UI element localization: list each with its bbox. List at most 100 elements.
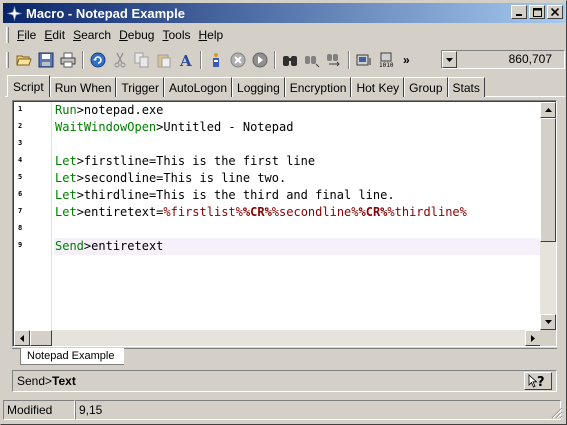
toolbar: A 1010 » 860,707 (3, 47, 565, 73)
code-line[interactable]: WaitWindowOpen>Untitled - Notepad (55, 119, 293, 136)
toolbar-separator (348, 51, 350, 69)
command-hint-bar: Send>Text ? (12, 370, 557, 392)
hint-parameter: Text (52, 374, 76, 388)
vertical-scroll-thumb[interactable] (540, 118, 556, 242)
stop-icon[interactable] (227, 50, 248, 71)
scroll-right-button[interactable] (525, 330, 541, 346)
menu-help-label: elp (207, 28, 224, 42)
line-number: 5 (18, 173, 23, 181)
line-number: 4 (18, 156, 23, 164)
command-separator: > (76, 205, 84, 219)
paste-icon[interactable] (153, 50, 174, 71)
toolbar-grip (6, 52, 9, 68)
menu-debug[interactable]: Debug (115, 28, 158, 42)
menu-tools[interactable]: Tools (158, 28, 194, 42)
find-icon[interactable] (279, 50, 300, 71)
code-line[interactable]: Let>entiretext=%firstlist%%CR%%secondlin… (55, 204, 467, 221)
code-line[interactable]: Let>secondline=This is line two. (55, 170, 286, 187)
print-icon[interactable] (57, 50, 78, 71)
menu-help[interactable]: Help (195, 28, 228, 42)
minimize-button[interactable] (511, 5, 527, 19)
code-line[interactable]: Let>thirdline=This is the third and fina… (55, 187, 395, 204)
toolbar-overflow-icon[interactable]: » (403, 53, 410, 67)
line-number: 9 (18, 241, 23, 249)
code-line[interactable]: Run>notepad.exe (55, 102, 163, 119)
menu-file[interactable]: File (13, 28, 40, 42)
resize-grip-icon[interactable] (551, 407, 563, 419)
chevron-down-icon[interactable] (442, 51, 457, 68)
tab-encryption[interactable]: Encryption (284, 77, 352, 97)
window-title: Macro - Notepad Example (26, 5, 185, 21)
tab-script[interactable]: Script (7, 75, 50, 97)
horizontal-scroll-thumb[interactable] (30, 330, 52, 346)
toolbar-separator (200, 51, 202, 69)
tab-trigger[interactable]: Trigger (116, 77, 164, 97)
app-icon (6, 5, 22, 21)
svg-text:A: A (179, 52, 192, 68)
command-keyword: WaitWindowOpen (55, 120, 157, 134)
status-cursor-position: 9,15 (75, 400, 561, 420)
close-button[interactable] (547, 5, 563, 19)
svg-text:?: ? (537, 375, 545, 388)
hint-prefix: Send> (17, 374, 53, 388)
scroll-left-button[interactable] (14, 330, 30, 346)
command-argument: firstline=This is the first line (83, 154, 316, 168)
context-help-button[interactable]: ? (524, 372, 552, 390)
tab-run-when[interactable]: Run When (49, 77, 117, 97)
command-keyword: Let (55, 154, 77, 168)
counter-combo[interactable]: 860,707 (441, 50, 565, 69)
status-modified: Modified (3, 400, 75, 420)
svg-text:1010: 1010 (379, 62, 394, 68)
find-next-icon[interactable] (301, 50, 322, 71)
command-hint: Send>Text (17, 374, 76, 388)
command-separator: > (76, 188, 84, 202)
menu-edit[interactable]: Edit (40, 28, 69, 42)
command-argument: Untitled - Notepad (163, 120, 294, 134)
menu-tools-label: ools (168, 28, 191, 42)
tab-logging[interactable]: Logging (232, 77, 285, 97)
command-separator: > (76, 103, 84, 117)
title-bar[interactable]: Macro - Notepad Example (3, 3, 565, 23)
record-icon[interactable] (353, 50, 374, 71)
tab-stats[interactable]: Stats (447, 77, 485, 97)
line-number: 6 (18, 190, 23, 198)
tab-hot-key[interactable]: Hot Key (351, 77, 405, 97)
run-icon[interactable] (205, 50, 226, 71)
code-area[interactable]: Run>notepad.exe WaitWindowOpen>Untitled … (54, 102, 541, 330)
step-icon[interactable] (249, 50, 270, 71)
binary-icon[interactable]: 1010 (375, 50, 396, 71)
command-keyword: Let (55, 171, 77, 185)
line-number-gutter: 1 2 3 4 5 6 7 8 9 (14, 102, 52, 330)
current-code-line[interactable]: Send>entiretext (54, 238, 541, 255)
document-tab-label: Notepad Example (27, 350, 115, 362)
scroll-down-button[interactable] (540, 314, 556, 330)
script-editor[interactable]: 1 2 3 4 5 6 7 8 9 Run>notepad.exe WaitWi… (12, 100, 557, 347)
save-icon[interactable] (35, 50, 56, 71)
command-keyword: Let (55, 188, 77, 202)
variable-token: %secondline% (271, 205, 359, 219)
menu-bar: File Edit Search Debug Tools Help (3, 25, 565, 45)
command-separator: > (76, 154, 84, 168)
menu-search-mnemonic: S (73, 28, 82, 42)
tab-autologon[interactable]: AutoLogon (163, 77, 233, 97)
replace-icon[interactable] (323, 50, 344, 71)
copy-icon[interactable] (131, 50, 152, 71)
menu-debug-label: ebug (127, 28, 155, 42)
cut-icon[interactable] (109, 50, 130, 71)
document-tab-notepad-example[interactable]: Notepad Example (20, 348, 125, 365)
tab-group[interactable]: Group (404, 77, 448, 97)
menu-search[interactable]: Search (69, 28, 115, 42)
scroll-up-button[interactable] (540, 102, 556, 118)
help-icon: ? (528, 374, 545, 388)
font-icon[interactable]: A (175, 50, 196, 71)
horizontal-scrollbar[interactable] (14, 330, 541, 346)
code-line[interactable]: Let>firstline=This is the first line (55, 153, 315, 170)
vertical-scrollbar[interactable] (540, 102, 556, 330)
menu-help-mnemonic: H (198, 28, 208, 42)
open-icon[interactable] (13, 50, 34, 71)
refresh-icon[interactable] (87, 50, 108, 71)
maximize-button[interactable] (529, 5, 545, 19)
tab-strip: Script Run When Trigger AutoLogon Loggin… (7, 75, 485, 97)
line-number: 2 (18, 122, 23, 130)
document-tab-strip: Notepad Example (12, 348, 557, 366)
